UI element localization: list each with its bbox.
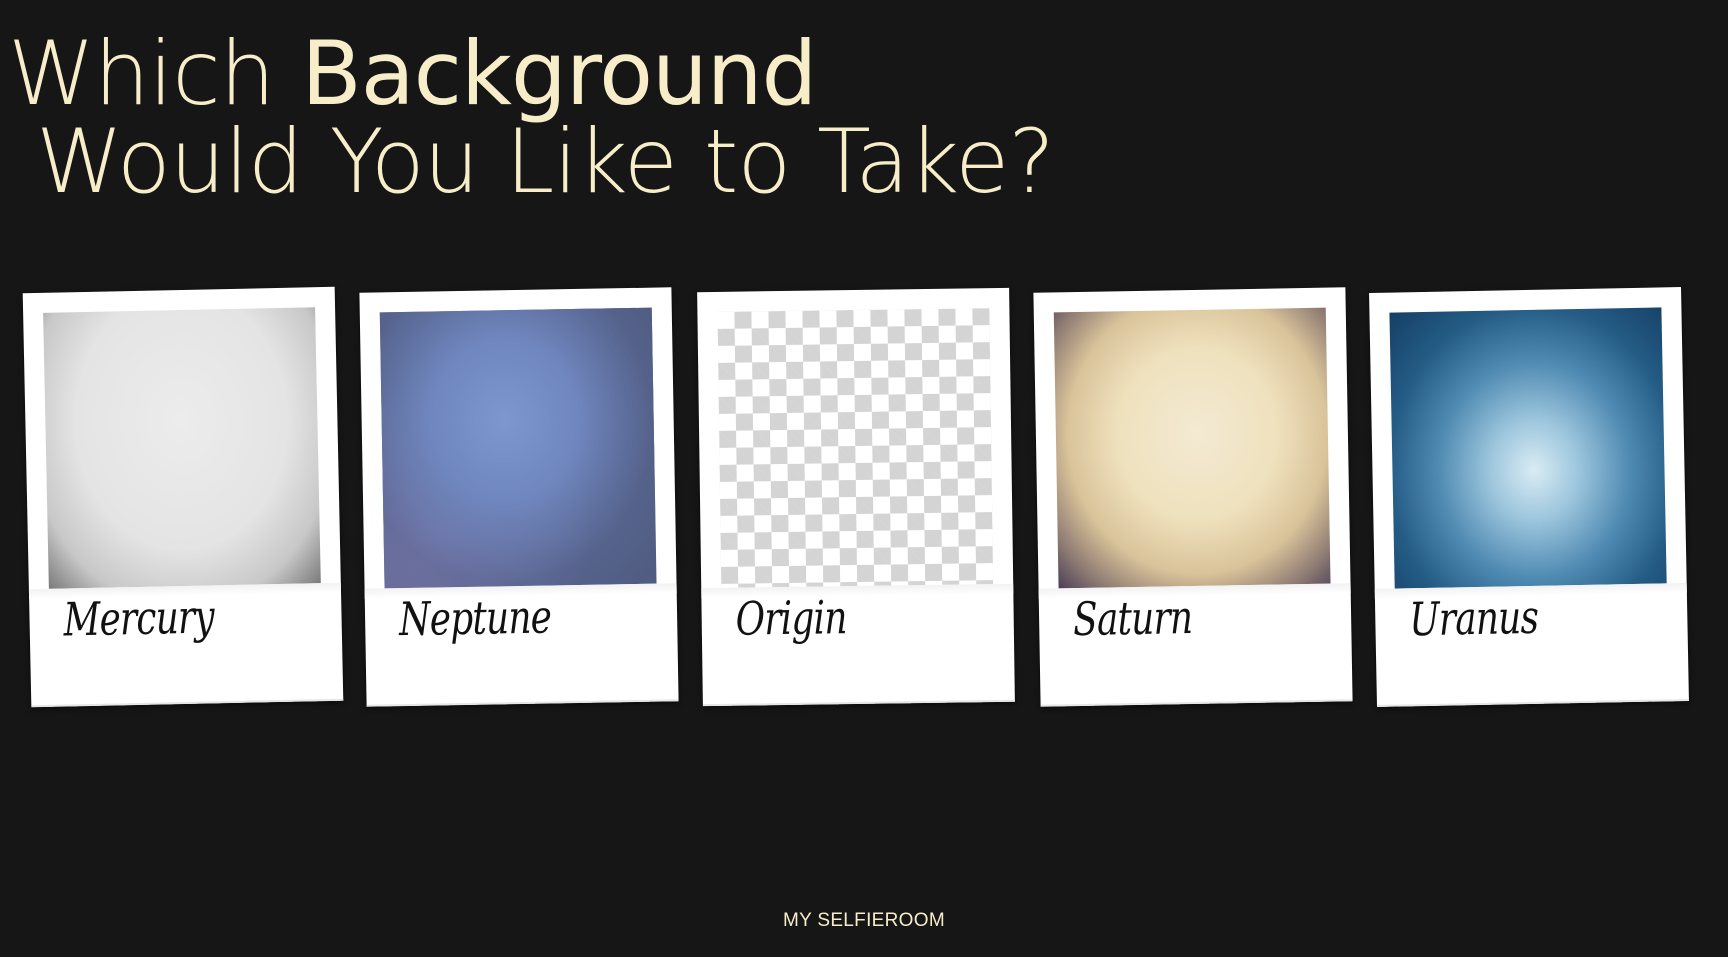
background-preview-uranus (1389, 307, 1667, 589)
background-label: Mercury (62, 589, 215, 647)
page-title: Which Background Would You Like to Take? (8, 30, 1055, 213)
background-card-mercury[interactable]: Mercury (22, 286, 344, 708)
background-label: Neptune (398, 589, 552, 647)
background-card-origin[interactable]: Origin (697, 287, 1015, 707)
background-preview-origin (717, 308, 994, 588)
background-label: Uranus (1408, 589, 1539, 647)
background-preview-saturn (1053, 307, 1331, 589)
footer-brand: MY SELFIEROOM (783, 910, 945, 931)
title-line-2: Would You Like to Take? (36, 110, 1055, 213)
title-line-1: Which Background (8, 30, 1054, 118)
background-card-uranus[interactable]: Uranus (1369, 287, 1689, 707)
background-label: Origin (735, 590, 847, 646)
background-label: Saturn (1072, 590, 1193, 647)
background-preview-neptune (379, 307, 657, 589)
background-card-neptune[interactable]: Neptune (359, 287, 679, 707)
background-preview-mercury (43, 307, 321, 589)
background-card-saturn[interactable]: Saturn (1033, 287, 1353, 707)
